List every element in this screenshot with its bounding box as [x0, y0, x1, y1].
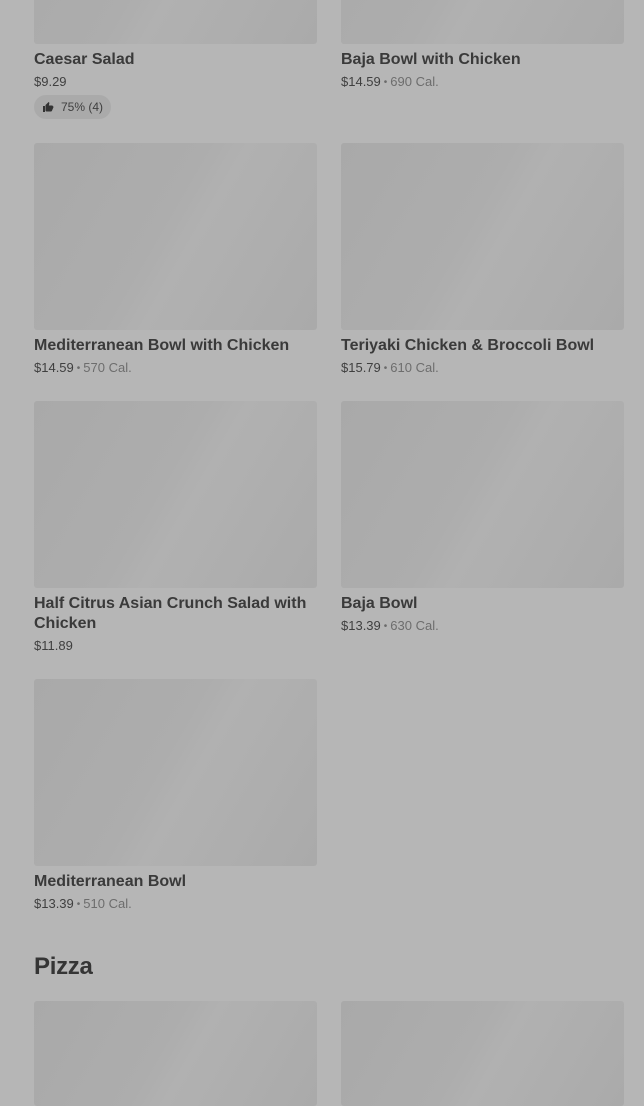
- rating-badge: 75% (4): [34, 95, 112, 119]
- menu-item-price: $14.59: [341, 74, 381, 89]
- menu-item-price: $13.39: [341, 618, 381, 633]
- menu-item-calories: 690 Cal.: [390, 74, 439, 89]
- menu-item-card[interactable]: Baja Bowl $13.39 • 630 Cal.: [341, 401, 624, 636]
- menu-item-name: Caesar Salad: [34, 51, 135, 68]
- menu-item-card[interactable]: [34, 1001, 317, 1106]
- thumbs-up-icon: [43, 102, 54, 112]
- menu-item-card[interactable]: Teriyaki Chicken & Broccoli Bowl $15.79 •…: [341, 143, 624, 378]
- menu-item-card[interactable]: Mediterranean Bowl with Chicken $14.59 • 5…: [34, 143, 317, 378]
- menu-item-price: $11.89: [34, 638, 73, 653]
- menu-item-image[interactable]: [341, 0, 624, 44]
- menu-item-calories: 610 Cal.: [390, 360, 439, 375]
- menu-item-meta: $14.59 • 570 Cal.: [34, 359, 317, 378]
- menu-item-calories: 570 Cal.: [83, 360, 132, 375]
- separator-dot: •: [383, 77, 388, 88]
- menu-item-meta: $15.79 • 610 Cal.: [341, 359, 624, 378]
- menu-item-card[interactable]: Baja Bowl with Chicken $14.59 • 690 Cal.: [341, 0, 624, 92]
- menu-item-name: Half Citrus Asian Crunch Salad with Chic…: [34, 595, 307, 632]
- menu-item-image[interactable]: [34, 401, 317, 588]
- menu-item-name: Mediterranean Bowl with Chicken: [34, 337, 290, 354]
- menu-item-calories: 510 Cal.: [83, 896, 132, 911]
- menu-item-meta: $13.39 • 630 Cal.: [341, 617, 624, 636]
- menu-item-name: Mediterranean Bowl: [34, 873, 187, 890]
- menu-item-card[interactable]: [341, 1001, 624, 1106]
- menu-item-image[interactable]: [34, 679, 317, 866]
- separator-dot: •: [383, 363, 388, 374]
- menu-item-price: $9.29: [34, 74, 67, 89]
- menu-item-price: $15.79: [341, 360, 381, 375]
- menu-item-meta: $11.89: [34, 637, 317, 654]
- menu-item-price: $14.59: [34, 360, 74, 375]
- separator-dot: •: [76, 363, 81, 374]
- menu-item-image[interactable]: [34, 1001, 317, 1106]
- menu-item-meta: $13.39 • 510 Cal.: [34, 895, 317, 914]
- menu-item-image[interactable]: [34, 143, 317, 330]
- menu-item-calories: 630 Cal.: [390, 618, 439, 633]
- menu-item-name: Teriyaki Chicken & Broccoli Bowl: [341, 337, 595, 354]
- separator-dot: •: [383, 621, 388, 632]
- menu-item-image[interactable]: [34, 0, 317, 44]
- menu-item-price: $13.39: [34, 896, 74, 911]
- menu-item-card[interactable]: Half Citrus Asian Crunch Salad with Chic…: [34, 401, 317, 654]
- menu-item-name: Baja Bowl with Chicken: [341, 51, 521, 68]
- menu-item-card[interactable]: Mediterranean Bowl $13.39 • 510 Cal.: [34, 679, 317, 914]
- menu-item-meta: $9.29: [34, 73, 317, 90]
- menu-item-name: Baja Bowl: [341, 595, 418, 612]
- menu-item-card[interactable]: Caesar Salad $9.29 75% (4): [34, 0, 317, 119]
- menu-item-meta: $14.59 • 690 Cal.: [341, 73, 624, 92]
- rating-text: 75% (4): [61, 100, 104, 114]
- menu-item-image[interactable]: [341, 143, 624, 330]
- section-title-pizza: Pizza: [34, 953, 93, 980]
- separator-dot: •: [76, 899, 81, 910]
- menu-item-image[interactable]: [341, 401, 624, 588]
- menu-item-image[interactable]: [341, 1001, 624, 1106]
